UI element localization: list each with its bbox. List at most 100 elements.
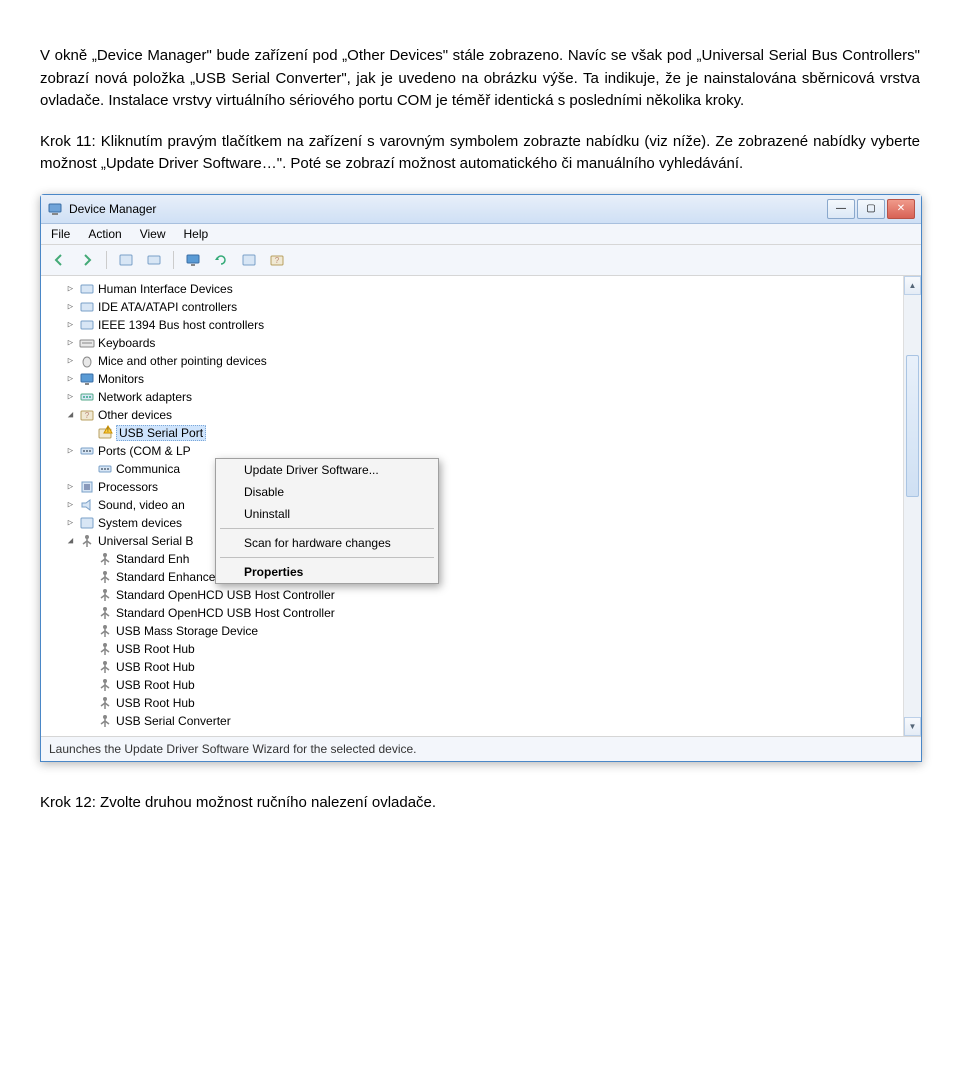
expander-icon[interactable]: [83, 427, 94, 438]
tree-node-label: Standard OpenHCD USB Host Controller: [116, 588, 335, 602]
context-menu-item[interactable]: Scan for hardware changes: [216, 532, 438, 554]
menu-view[interactable]: View: [140, 227, 166, 241]
paragraph-2: Krok 11: Kliknutím pravým tlačítkem na z…: [40, 131, 920, 176]
menubar: File Action View Help: [41, 224, 921, 245]
port-icon: [97, 461, 113, 477]
tree-node[interactable]: Standard OpenHCD USB Host Controller: [43, 604, 919, 622]
context-menu-item[interactable]: Update Driver Software...: [216, 459, 438, 481]
tree-node[interactable]: ▷Sound, video an: [43, 496, 919, 514]
scroll-up-button[interactable]: ▲: [904, 276, 921, 295]
tree-node[interactable]: ▷Monitors: [43, 370, 919, 388]
usb-icon: [97, 659, 113, 675]
vertical-scrollbar[interactable]: ▲ ▼: [903, 276, 921, 736]
expander-icon[interactable]: [83, 697, 94, 708]
expander-icon[interactable]: ▷: [65, 373, 76, 384]
toolbar-icon-3[interactable]: [181, 248, 205, 272]
expander-icon[interactable]: [83, 625, 94, 636]
tree-node-label: USB Serial Port: [116, 425, 206, 441]
tree-node[interactable]: Standard OpenHCD USB Host Controller: [43, 586, 919, 604]
usb-icon: [97, 623, 113, 639]
usb-icon: [97, 551, 113, 567]
expander-icon[interactable]: ▷: [65, 319, 76, 330]
tree-node-label: IDE ATA/ATAPI controllers: [98, 300, 237, 314]
context-menu-item[interactable]: Properties: [216, 561, 438, 583]
expander-icon[interactable]: [83, 679, 94, 690]
scroll-track[interactable]: [904, 295, 921, 717]
expander-icon[interactable]: ▷: [65, 355, 76, 366]
back-button[interactable]: [47, 248, 71, 272]
tree-node[interactable]: ▷Processors: [43, 478, 919, 496]
expander-icon[interactable]: ▷: [65, 517, 76, 528]
menu-action[interactable]: Action: [88, 227, 121, 241]
sound-icon: [79, 497, 95, 513]
close-button[interactable]: ✕: [887, 199, 915, 219]
tree-node[interactable]: USB Root Hub: [43, 658, 919, 676]
context-menu-item[interactable]: Uninstall: [216, 503, 438, 525]
expander-icon[interactable]: ▷: [65, 391, 76, 402]
tree-node[interactable]: USB Root Hub: [43, 694, 919, 712]
context-menu-separator: [220, 557, 434, 558]
tree-node[interactable]: ▷Human Interface Devices: [43, 280, 919, 298]
minimize-button[interactable]: —: [827, 199, 855, 219]
menu-file[interactable]: File: [51, 227, 70, 241]
tree-node[interactable]: ◢Universal Serial B: [43, 532, 919, 550]
expander-icon[interactable]: ▷: [65, 445, 76, 456]
tree-node-label: Mice and other pointing devices: [98, 354, 267, 368]
toolbar-icon-5[interactable]: [237, 248, 261, 272]
tree-node[interactable]: Standard Enh: [43, 550, 919, 568]
expander-icon[interactable]: [83, 607, 94, 618]
context-menu-separator: [220, 528, 434, 529]
tree-node-label: Network adapters: [98, 390, 192, 404]
expander-icon[interactable]: ◢: [65, 409, 76, 420]
scroll-down-button[interactable]: ▼: [904, 717, 921, 736]
context-menu-item[interactable]: Disable: [216, 481, 438, 503]
tree-node[interactable]: Standard Enhanced PCI to USB Host Contro…: [43, 568, 919, 586]
device-tree: ▷Human Interface Devices▷IDE ATA/ATAPI c…: [41, 276, 921, 737]
expander-icon[interactable]: ▷: [65, 337, 76, 348]
tree-node-label: Other devices: [98, 408, 172, 422]
toolbar-icon-2[interactable]: [142, 248, 166, 272]
expander-icon[interactable]: ▷: [65, 301, 76, 312]
expander-icon[interactable]: [83, 553, 94, 564]
ieee-icon: [79, 317, 95, 333]
expander-icon[interactable]: [83, 571, 94, 582]
tree-node[interactable]: ▷ IDE ATA/ATAPI controllers: [43, 298, 919, 316]
forward-button[interactable]: [75, 248, 99, 272]
tree-node[interactable]: USB Root Hub: [43, 640, 919, 658]
expander-icon[interactable]: ▷: [65, 283, 76, 294]
expander-icon[interactable]: ▷: [65, 481, 76, 492]
tree-node[interactable]: ▷Ports (COM & LP: [43, 442, 919, 460]
tree-node[interactable]: ▷Keyboards: [43, 334, 919, 352]
other-icon: [79, 407, 95, 423]
tree-node[interactable]: USB Root Hub: [43, 676, 919, 694]
tree-node[interactable]: USB Serial Port: [43, 424, 919, 442]
titlebar[interactable]: Device Manager — ▢ ✕: [41, 195, 921, 224]
maximize-button[interactable]: ▢: [857, 199, 885, 219]
tree-node[interactable]: ▷System devices: [43, 514, 919, 532]
expander-icon[interactable]: ◢: [65, 535, 76, 546]
tree-node[interactable]: USB Serial Converter: [43, 712, 919, 730]
toolbar-refresh[interactable]: [209, 248, 233, 272]
menu-help[interactable]: Help: [184, 227, 209, 241]
scroll-thumb[interactable]: [906, 355, 919, 497]
tree-node[interactable]: ▷ Network adapters: [43, 388, 919, 406]
mouse-icon: [79, 353, 95, 369]
expander-icon[interactable]: [83, 661, 94, 672]
tree-node-label: USB Root Hub: [116, 642, 195, 656]
toolbar-icon-6[interactable]: [265, 248, 289, 272]
tree-node[interactable]: Communica: [43, 460, 919, 478]
usb-icon: [79, 533, 95, 549]
expander-icon[interactable]: [83, 463, 94, 474]
status-bar: Launches the Update Driver Software Wiza…: [41, 737, 921, 761]
port-icon: [79, 443, 95, 459]
tree-node[interactable]: ▷IEEE 1394 Bus host controllers: [43, 316, 919, 334]
toolbar-icon-1[interactable]: [114, 248, 138, 272]
tree-node[interactable]: USB Mass Storage Device: [43, 622, 919, 640]
expander-icon[interactable]: [83, 715, 94, 726]
expander-icon[interactable]: [83, 643, 94, 654]
tree-node[interactable]: ◢ Other devices: [43, 406, 919, 424]
expander-icon[interactable]: ▷: [65, 499, 76, 510]
tree-node[interactable]: ▷ Mice and other pointing devices: [43, 352, 919, 370]
usb-icon: [97, 605, 113, 621]
expander-icon[interactable]: [83, 589, 94, 600]
